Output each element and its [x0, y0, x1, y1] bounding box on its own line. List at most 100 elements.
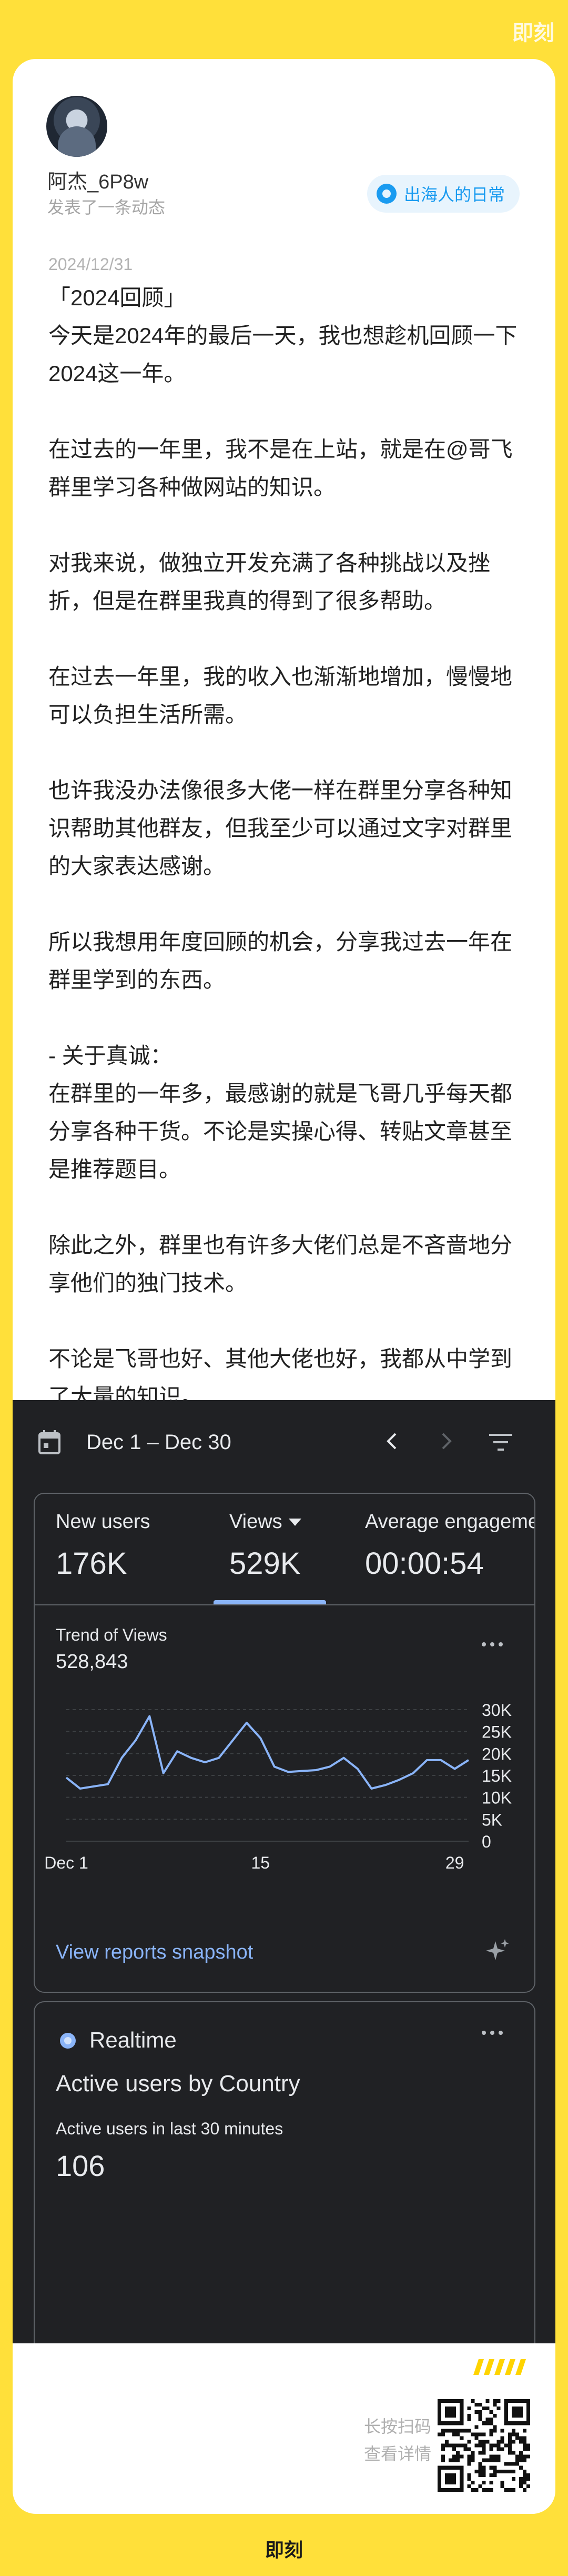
qr-module: [456, 2458, 460, 2462]
y-tick-label: 20K: [482, 1744, 512, 1763]
scan-hint-line2: 查看详情: [363, 2444, 431, 2463]
metric-label: Views: [229, 1511, 282, 1533]
more-icon[interactable]: [476, 1639, 508, 1650]
qr-module: [474, 2443, 479, 2448]
qr-module: [478, 2440, 482, 2444]
qr-module: [500, 2429, 504, 2433]
qr-module: [452, 2454, 457, 2459]
qr-module: [526, 2447, 530, 2451]
scan-hint: 长按扫码 查看详情: [295, 2413, 431, 2468]
topic-icon: [376, 184, 397, 204]
qr-module: [511, 2432, 515, 2437]
qr-module: [478, 2462, 482, 2466]
qr-module: [474, 2410, 479, 2414]
caret-down-icon[interactable]: [288, 1518, 301, 1526]
qr-module: [508, 2488, 512, 2492]
qr-module: [519, 2436, 523, 2440]
qr-module: [445, 2429, 449, 2433]
realtime-dot-icon: [60, 2033, 76, 2049]
topic-tag-label: 出海人的日常: [403, 185, 505, 204]
metric-label: New users: [56, 1511, 150, 1533]
qr-module: [493, 2465, 497, 2470]
qr-module: [467, 2477, 471, 2481]
qr-module: [511, 2451, 515, 2455]
qr-module: [482, 2469, 486, 2473]
brand-logo-top: 即刻: [512, 21, 554, 45]
y-tick-label: 10K: [482, 1789, 512, 1808]
qr-module: [489, 2458, 493, 2462]
qr-module: [522, 2440, 526, 2444]
qr-module: [482, 2480, 486, 2484]
qr-module: [508, 2432, 512, 2437]
qr-finder: [445, 2407, 457, 2418]
qr-module: [511, 2488, 515, 2492]
avatar[interactable]: [46, 96, 107, 157]
metric-value: 00:00:54: [365, 1546, 484, 1581]
filter-icon[interactable]: [486, 1430, 515, 1455]
qr-module: [493, 2469, 497, 2473]
qr-module: [511, 2469, 515, 2473]
x-tick-label: 29: [445, 1853, 464, 1872]
qr-module: [522, 2488, 526, 2492]
qr-module: [493, 2458, 497, 2462]
qr-module: [441, 2429, 445, 2433]
qr-module: [526, 2443, 530, 2448]
qr-module: [496, 2440, 501, 2444]
qr-module: [467, 2440, 471, 2444]
post-paragraph: 所以我想用年度回顾的机会，分享我过去一年在群里学到的东西。: [48, 930, 513, 992]
qr-module: [504, 2443, 508, 2448]
metric-average-engagement[interactable]: Average engagement 00:00:54: [365, 1511, 534, 1581]
qr-module: [508, 2451, 512, 2455]
post-card: 阿杰_6P8w 发表了一条动态 出海人的日常 2024/12/31 「2024回…: [13, 59, 555, 2514]
qr-module: [482, 2465, 486, 2470]
qr-module: [485, 2399, 490, 2403]
qr-module: [478, 2403, 482, 2407]
qr-module: [508, 2469, 512, 2473]
qr-module: [493, 2403, 497, 2407]
qr-module: [478, 2469, 482, 2473]
qr-module: [489, 2443, 493, 2448]
x-tick-label: 15: [251, 1853, 270, 1872]
chevron-left-icon[interactable]: [378, 1426, 407, 1456]
post-paragraph: 「2024回顾」 今天是2024年的最后一天，我也想趁机回顾一下2024这一年。: [48, 285, 518, 386]
qr-module: [482, 2443, 486, 2448]
qr-module: [522, 2436, 526, 2440]
views-line-chart: 0 5K 10K 15K 20K 25K 30K Dec 1 15 29: [44, 1701, 512, 1872]
qr-module: [522, 2480, 526, 2484]
sparkle-icon[interactable]: [483, 1937, 512, 1966]
qr-code[interactable]: [438, 2399, 530, 2492]
qr-module: [522, 2469, 526, 2473]
qr-module: [478, 2410, 482, 2414]
qr-module: [526, 2454, 530, 2459]
qr-module: [485, 2440, 490, 2444]
date-range[interactable]: Dec 1 – Dec 30: [86, 1431, 231, 1454]
metric-views[interactable]: Views 529K: [229, 1511, 301, 1581]
qr-module: [463, 2429, 468, 2433]
view-reports-snapshot-link[interactable]: View reports snapshot: [56, 1941, 253, 1964]
qr-module: [478, 2465, 482, 2470]
qr-module: [493, 2414, 497, 2418]
metric-value: 176K: [56, 1546, 127, 1581]
author-name[interactable]: 阿杰_6P8w: [47, 169, 148, 195]
metric-new-users[interactable]: New users 176K: [56, 1511, 150, 1581]
chevron-right-icon[interactable]: [431, 1426, 461, 1456]
qr-module: [489, 2447, 493, 2451]
qr-module: [496, 2458, 501, 2462]
qr-module: [504, 2469, 508, 2473]
calendar-icon[interactable]: [38, 1430, 61, 1455]
qr-module: [515, 2436, 519, 2440]
qr-module: [474, 2403, 479, 2407]
qr-finder: [445, 2473, 457, 2484]
more-icon[interactable]: [476, 2028, 508, 2038]
qr-module: [496, 2407, 501, 2411]
qr-module: [522, 2447, 526, 2451]
qr-module: [478, 2414, 482, 2418]
qr-module: [478, 2418, 482, 2422]
qr-module: [508, 2447, 512, 2451]
qr-module: [445, 2440, 449, 2444]
qr-module: [441, 2432, 445, 2437]
qr-module: [456, 2429, 460, 2433]
qr-module: [456, 2451, 460, 2455]
qr-module: [519, 2477, 523, 2481]
topic-tag[interactable]: 出海人的日常: [367, 175, 520, 213]
